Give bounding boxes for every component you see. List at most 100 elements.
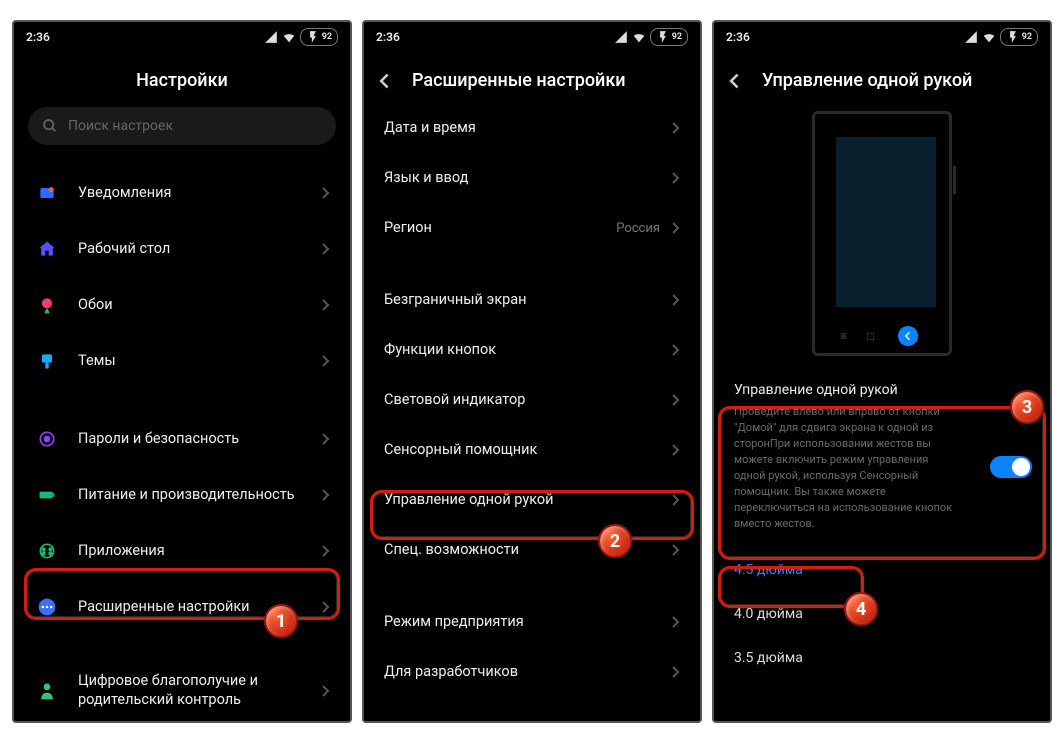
row-button-functions[interactable]: Функции кнопок bbox=[364, 325, 700, 375]
brush-icon bbox=[34, 348, 60, 374]
signal-icon bbox=[614, 30, 628, 44]
page-title: Расширенные настройки bbox=[412, 70, 626, 91]
signal-icon bbox=[964, 30, 978, 44]
row-datetime[interactable]: Дата и время bbox=[364, 103, 700, 153]
row-desktop[interactable]: Рабочий стол bbox=[14, 221, 350, 277]
row-accessibility[interactable]: Спец. возможности bbox=[364, 525, 700, 575]
row-label: Пароли и безопасность bbox=[78, 430, 320, 449]
chevron-right-icon bbox=[320, 600, 330, 614]
row-label: Рабочий стол bbox=[78, 240, 320, 259]
back-button[interactable] bbox=[378, 71, 398, 91]
chevron-right-icon bbox=[320, 544, 330, 558]
setting-desc: Проведите влево или вправо от кнопки "До… bbox=[734, 404, 960, 532]
row-one-hand[interactable]: Управление одной рукой bbox=[364, 475, 700, 525]
chevron-right-icon bbox=[320, 488, 330, 502]
one-hand-toggle[interactable] bbox=[990, 456, 1032, 478]
chevron-right-icon bbox=[320, 242, 330, 256]
status-icons: 92 bbox=[264, 28, 338, 46]
status-icons: 92 bbox=[964, 28, 1038, 46]
wellbeing-icon bbox=[34, 678, 60, 704]
row-language[interactable]: Язык и ввод bbox=[364, 153, 700, 203]
chevron-right-icon bbox=[320, 186, 330, 200]
screen-one-hand: 2:36 92 Управление одной рукой ≡ □ bbox=[712, 20, 1052, 723]
header: Управление одной рукой bbox=[714, 52, 1050, 103]
chevron-right-icon bbox=[670, 121, 680, 135]
chevron-right-icon bbox=[670, 665, 680, 679]
search-placeholder: Поиск настроек bbox=[68, 118, 173, 134]
chevron-right-icon bbox=[670, 171, 680, 185]
chevron-right-icon bbox=[320, 298, 330, 312]
one-hand-preview: ≡ □ bbox=[812, 111, 952, 356]
search-input[interactable]: Поиск настроек bbox=[28, 107, 336, 145]
battery-icon bbox=[34, 482, 60, 508]
nav-back-highlight bbox=[898, 326, 918, 346]
option-3-5[interactable]: 3.5 дюйма bbox=[714, 636, 1050, 680]
nav-recents-icon: ≡ bbox=[840, 329, 847, 343]
row-label: Для разработчиков bbox=[384, 663, 670, 682]
more-icon bbox=[34, 594, 60, 620]
badge-2: 2 bbox=[598, 524, 632, 558]
row-touch-assistant[interactable]: Сенсорный помощник bbox=[364, 425, 700, 475]
row-notifications[interactable]: Уведомления bbox=[14, 165, 350, 221]
page-title: Управление одной рукой bbox=[762, 70, 972, 91]
battery-indicator: 92 bbox=[650, 28, 688, 46]
chevron-right-icon bbox=[320, 432, 330, 446]
row-fullscreen[interactable]: Безграничный экран bbox=[364, 275, 700, 325]
battery-indicator: 92 bbox=[1000, 28, 1038, 46]
badge-1: 1 bbox=[264, 604, 298, 638]
row-label: Питание и производительность bbox=[78, 486, 320, 505]
nav-home-icon: □ bbox=[867, 329, 874, 343]
option-4-0[interactable]: 4.0 дюйма bbox=[714, 592, 1050, 636]
chevron-right-icon bbox=[670, 343, 680, 357]
status-icons: 92 bbox=[614, 28, 688, 46]
row-label: Темы bbox=[78, 352, 320, 371]
row-advanced[interactable]: Расширенные настройки bbox=[14, 579, 350, 635]
chevron-right-icon bbox=[670, 443, 680, 457]
row-apps[interactable]: Приложения bbox=[14, 523, 350, 579]
row-label: Световой индикатор bbox=[384, 391, 670, 410]
row-wallpaper[interactable]: Обои bbox=[14, 277, 350, 333]
status-bar: 2:36 92 bbox=[14, 22, 350, 52]
row-security[interactable]: Пароли и безопасность bbox=[14, 411, 350, 467]
row-label: Обои bbox=[78, 296, 320, 315]
row-label: Управление одной рукой bbox=[384, 491, 670, 510]
setting-title: Управление одной рукой bbox=[734, 382, 960, 398]
signal-icon bbox=[264, 30, 278, 44]
chevron-right-icon bbox=[670, 293, 680, 307]
chevron-right-icon bbox=[320, 684, 330, 698]
row-region[interactable]: Регион Россия bbox=[364, 203, 700, 253]
wifi-icon bbox=[282, 30, 296, 44]
row-label: Режим предприятия bbox=[384, 613, 670, 632]
row-label: Приложения bbox=[78, 542, 320, 561]
row-label: Дата и время bbox=[384, 119, 670, 138]
row-value: Россия bbox=[616, 221, 660, 236]
row-label: Язык и ввод bbox=[384, 169, 670, 188]
notifications-icon bbox=[34, 180, 60, 206]
shield-icon bbox=[34, 426, 60, 452]
row-digital-wellbeing[interactable]: Цифровое благополучие и родительский кон… bbox=[14, 657, 350, 723]
header: Настройки bbox=[14, 52, 350, 103]
chevron-right-icon bbox=[670, 543, 680, 557]
chevron-right-icon bbox=[670, 393, 680, 407]
row-label: Сенсорный помощник bbox=[384, 441, 670, 460]
row-developer[interactable]: Для разработчиков bbox=[364, 647, 700, 697]
row-label: Уведомления bbox=[78, 184, 320, 203]
badge-4: 4 bbox=[844, 592, 878, 626]
screen-settings: 2:36 92 Настройки Поиск настроек Уведомл… bbox=[12, 20, 352, 723]
row-label: Регион bbox=[384, 219, 616, 238]
row-themes[interactable]: Темы bbox=[14, 333, 350, 389]
option-4-5[interactable]: 4.5 дюйма bbox=[714, 548, 1050, 592]
status-time: 2:36 bbox=[726, 30, 750, 44]
badge-3: 3 bbox=[1010, 390, 1044, 424]
back-button[interactable] bbox=[728, 71, 748, 91]
row-enterprise[interactable]: Режим предприятия bbox=[364, 597, 700, 647]
row-led[interactable]: Световой индикатор bbox=[364, 375, 700, 425]
status-bar: 2:36 92 bbox=[714, 22, 1050, 52]
apps-icon bbox=[34, 538, 60, 564]
row-battery[interactable]: Питание и производительность bbox=[14, 467, 350, 523]
battery-indicator: 92 bbox=[300, 28, 338, 46]
screen-advanced: 2:36 92 Расширенные настройки Дата и вре… bbox=[362, 20, 702, 723]
chevron-right-icon bbox=[670, 615, 680, 629]
search-icon bbox=[42, 118, 58, 134]
option-label: 4.0 дюйма bbox=[734, 606, 803, 622]
